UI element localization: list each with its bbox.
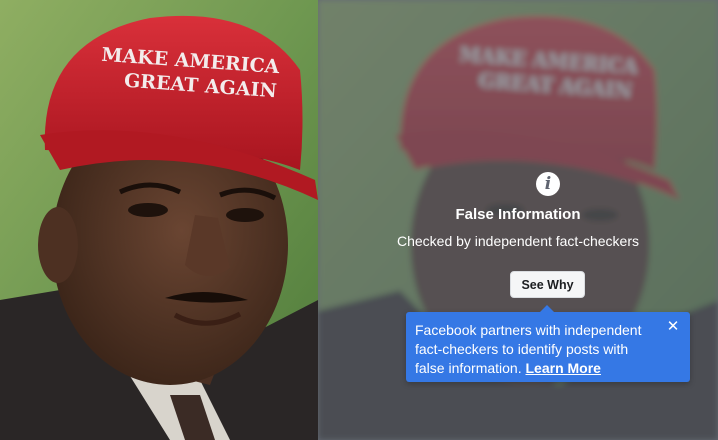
close-icon[interactable]: ✕: [666, 319, 680, 334]
see-why-button[interactable]: See Why: [510, 271, 585, 298]
warning-subtitle: Checked by independent fact-checkers: [396, 233, 640, 249]
info-icon: i: [536, 172, 560, 196]
post-photo[interactable]: MAKE AMERICA GREAT AGAIN: [0, 0, 318, 440]
photo-portrait: MAKE AMERICA GREAT AGAIN: [0, 0, 318, 440]
warning-title: False Information: [455, 206, 581, 223]
learn-more-link[interactable]: Learn More: [526, 360, 601, 376]
info-icon-glyph: i: [544, 174, 552, 194]
fact-check-tooltip: Facebook partners with independent fact-…: [406, 305, 690, 382]
